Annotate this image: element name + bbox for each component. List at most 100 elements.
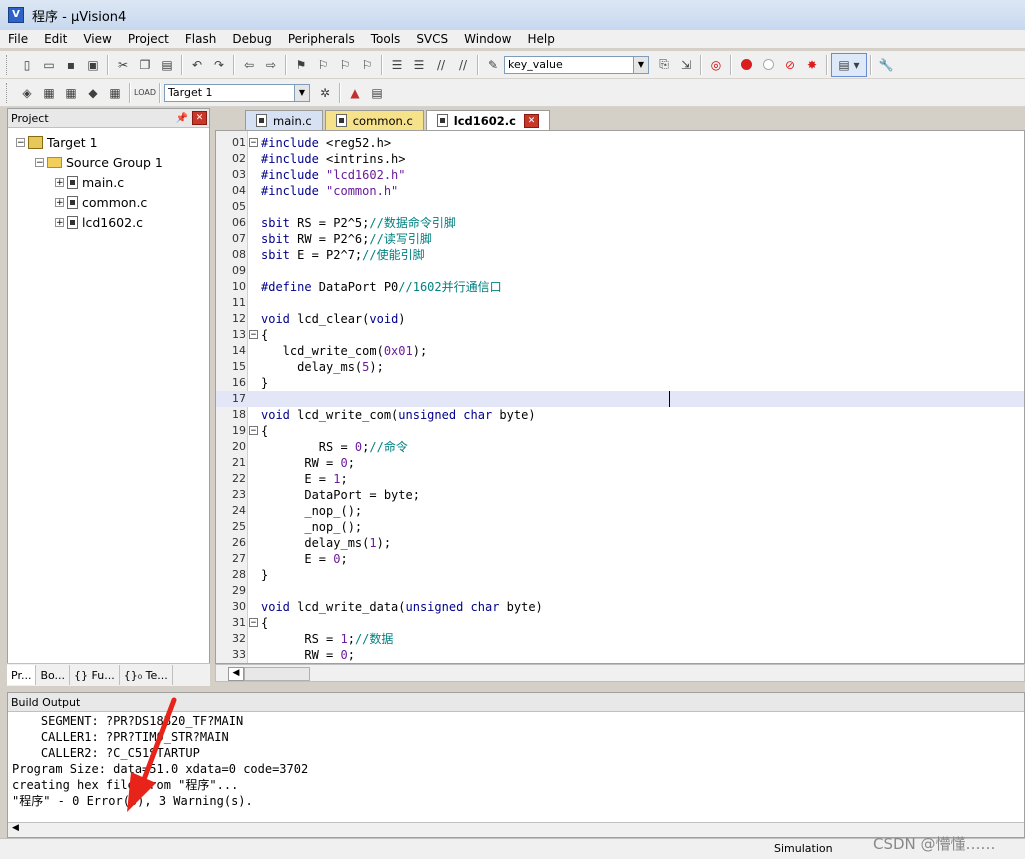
code-line[interactable]: 16} — [216, 375, 1024, 391]
copy-icon[interactable]: ❐ — [134, 54, 156, 76]
tab-templates[interactable]: {}₀ Te... — [120, 665, 173, 685]
bookmark-clear-icon[interactable]: ⚐ — [356, 54, 378, 76]
code-line[interactable]: 23 DataPort = byte; — [216, 487, 1024, 503]
code-line[interactable]: 12 void lcd_clear(void) — [216, 311, 1024, 327]
build-icon[interactable]: ▦ — [38, 82, 60, 104]
menu-tools[interactable]: Tools — [363, 30, 409, 48]
debug-session-icon[interactable]: ◎ — [705, 54, 727, 76]
code-line[interactable]: 32 RS = 1;//数据 — [216, 631, 1024, 647]
fold-icon[interactable]: − — [249, 330, 258, 340]
kill-all-breakpoints-icon[interactable]: ✸ — [801, 54, 823, 76]
target-options-icon[interactable]: ✲ — [314, 82, 336, 104]
tree-item-file[interactable]: + main.c — [55, 172, 124, 192]
menu-debug[interactable]: Debug — [224, 30, 279, 48]
manage-books-icon[interactable]: ▤ — [366, 82, 388, 104]
collapse-icon[interactable]: − — [35, 157, 44, 167]
code-line[interactable]: 17 — [216, 391, 1024, 407]
code-line[interactable]: 09 — [216, 263, 1024, 279]
code-line[interactable]: 19−{ — [216, 423, 1024, 439]
menu-flash[interactable]: Flash — [177, 30, 224, 48]
code-line[interactable]: 15 delay_ms(5); — [216, 359, 1024, 375]
code-line[interactable]: 06 sbit RS = P2^5;//数据命令引脚 — [216, 215, 1024, 231]
editor-horizontal-scrollbar[interactable]: ◀ — [215, 664, 1025, 682]
chevron-down-icon[interactable]: ▼ — [633, 56, 648, 73]
scroll-left-icon[interactable]: ◀ — [228, 667, 244, 681]
code-line[interactable]: 08 sbit E = P2^7;//使能引脚 — [216, 247, 1024, 263]
toolbar-grip[interactable] — [6, 82, 10, 103]
expand-icon[interactable]: + — [55, 197, 64, 207]
code-line[interactable]: 31−{ — [216, 615, 1024, 631]
open-folder-icon[interactable]: ▭ — [38, 54, 60, 76]
scroll-left-icon[interactable]: ◀ — [12, 823, 19, 833]
tree-item-target[interactable]: − Target 1 — [16, 132, 98, 152]
bookmark-prev-icon[interactable]: ⚐ — [312, 54, 334, 76]
expand-icon[interactable]: + — [55, 177, 64, 187]
fold-icon[interactable]: − — [249, 138, 258, 148]
menu-view[interactable]: View — [75, 30, 119, 48]
menu-help[interactable]: Help — [519, 30, 562, 48]
nav-back-icon[interactable]: ⇦ — [238, 54, 260, 76]
collapse-icon[interactable]: − — [16, 137, 25, 147]
find-combo[interactable]: key_value ▼ — [504, 55, 649, 74]
code-line[interactable]: 05 — [216, 199, 1024, 215]
insert-breakpoint-icon[interactable] — [735, 54, 757, 76]
target-select[interactable]: Target 1 ▼ — [164, 83, 310, 102]
tab-common-c[interactable]: common.c — [324, 110, 424, 130]
configure-icon[interactable]: 🔧 — [875, 54, 897, 76]
code-line[interactable]: 07 sbit RW = P2^6;//读写引脚 — [216, 231, 1024, 247]
tab-main-c[interactable]: main.c — [245, 110, 323, 130]
menu-file[interactable]: File — [0, 30, 36, 48]
code-line[interactable]: 22 E = 1; — [216, 471, 1024, 487]
chevron-down-icon[interactable]: ▼ — [294, 84, 309, 101]
save-all-icon[interactable]: ▣ — [82, 54, 104, 76]
code-line[interactable]: 25 _nop_(); — [216, 519, 1024, 535]
tab-project[interactable]: Pr... — [7, 665, 37, 685]
code-editor[interactable]: 01− #include <reg52.h> 02 #include <intrins… — [215, 130, 1025, 664]
code-line[interactable]: 27 E = 0; — [216, 551, 1024, 567]
pin-icon[interactable]: 📌 — [176, 113, 188, 124]
menu-svcs[interactable]: SVCS — [408, 30, 456, 48]
menu-edit[interactable]: Edit — [36, 30, 75, 48]
code-line[interactable]: 14 lcd_write_com(0x01); — [216, 343, 1024, 359]
cut-icon[interactable]: ✂ — [112, 54, 134, 76]
download-icon[interactable]: LOAD — [134, 82, 156, 104]
code-line[interactable]: 24 _nop_(); — [216, 503, 1024, 519]
new-file-icon[interactable]: ▯ — [16, 54, 38, 76]
code-line[interactable]: 29 — [216, 583, 1024, 599]
toolbar-grip[interactable] — [6, 54, 10, 75]
uncomment-icon[interactable]: // — [452, 54, 474, 76]
menu-peripherals[interactable]: Peripherals — [280, 30, 363, 48]
code-line[interactable]: 26 delay_ms(1); — [216, 535, 1024, 551]
code-line[interactable]: 04 #include "common.h" — [216, 183, 1024, 199]
paste-icon[interactable]: ▤ — [156, 54, 178, 76]
code-line[interactable]: 20 RS = 0;//命令 — [216, 439, 1024, 455]
code-line[interactable]: 18 void lcd_write_com(unsigned char byte) — [216, 407, 1024, 423]
find-icon[interactable]: ⎘ — [653, 54, 675, 76]
unindent-icon[interactable]: ☰ — [408, 54, 430, 76]
tree-item-source-group[interactable]: − Source Group 1 — [35, 152, 163, 172]
stop-build-icon[interactable]: ▦ — [104, 82, 126, 104]
code-line[interactable]: 13−{ — [216, 327, 1024, 343]
tree-item-file[interactable]: + lcd1602.c — [55, 212, 143, 232]
code-line[interactable]: 11 — [216, 295, 1024, 311]
bookmark-next-icon[interactable]: ⚐ — [334, 54, 356, 76]
scrollbar-thumb[interactable] — [244, 667, 310, 681]
window-layout-icon[interactable]: ▤ ▾ — [831, 52, 867, 77]
expand-icon[interactable]: + — [55, 217, 64, 227]
code-line[interactable]: 01− #include <reg52.h> — [216, 135, 1024, 151]
code-line[interactable]: 02 #include <intrins.h> — [216, 151, 1024, 167]
menu-project[interactable]: Project — [120, 30, 177, 48]
close-icon[interactable]: ✕ — [523, 113, 539, 128]
nav-forward-icon[interactable]: ⇨ — [260, 54, 282, 76]
undo-icon[interactable]: ↶ — [186, 54, 208, 76]
code-line[interactable]: 21 RW = 0; — [216, 455, 1024, 471]
fold-icon[interactable]: − — [249, 426, 258, 436]
tab-books[interactable]: Bo... — [36, 665, 71, 685]
bookmark-toggle-icon[interactable]: ⚑ — [290, 54, 312, 76]
enable-breakpoint-icon[interactable] — [757, 54, 779, 76]
build-output-scrollbar[interactable]: ◀ — [8, 822, 1024, 837]
indent-icon[interactable]: ☰ — [386, 54, 408, 76]
rebuild-icon[interactable]: ▦ — [60, 82, 82, 104]
code-line[interactable]: 03 #include "lcd1602.h" — [216, 167, 1024, 183]
tree-item-file[interactable]: + common.c — [55, 192, 147, 212]
